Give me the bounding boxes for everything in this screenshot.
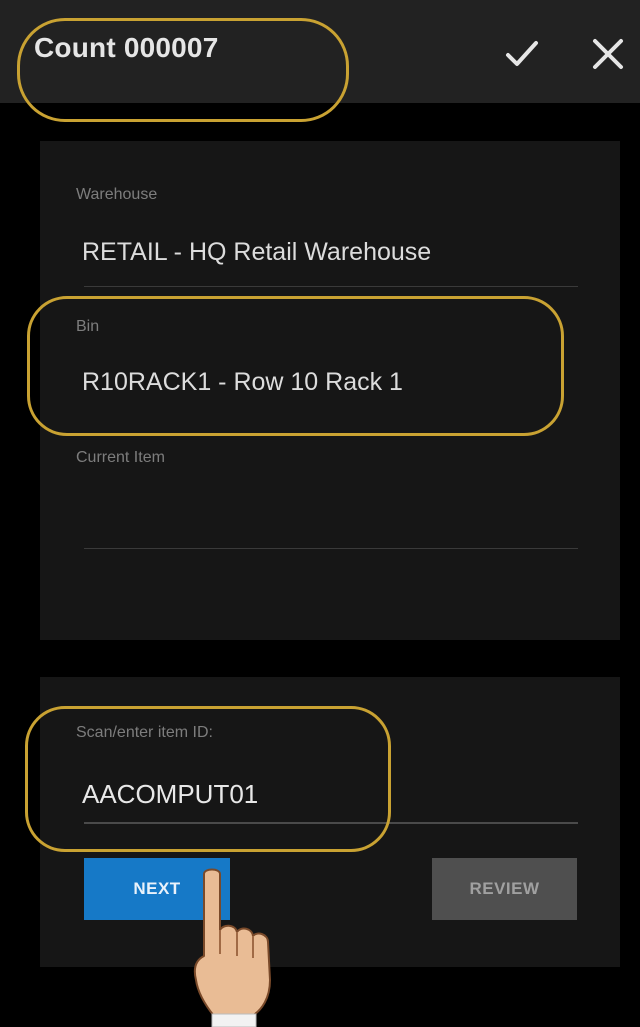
current-item-divider: [84, 548, 578, 549]
warehouse-divider: [84, 286, 578, 287]
pointing-hand-icon: [193, 868, 271, 1027]
warehouse-label: Warehouse: [76, 186, 158, 203]
scan-highlight-ring: [25, 706, 391, 852]
current-item-label: Current Item: [76, 449, 165, 466]
title-highlight-ring: [17, 18, 349, 122]
close-icon[interactable]: [588, 34, 628, 74]
warehouse-value: RETAIL - HQ Retail Warehouse: [82, 238, 432, 266]
review-button[interactable]: REVIEW: [432, 858, 577, 920]
check-icon[interactable]: [502, 34, 542, 74]
bin-highlight-ring: [27, 296, 564, 436]
